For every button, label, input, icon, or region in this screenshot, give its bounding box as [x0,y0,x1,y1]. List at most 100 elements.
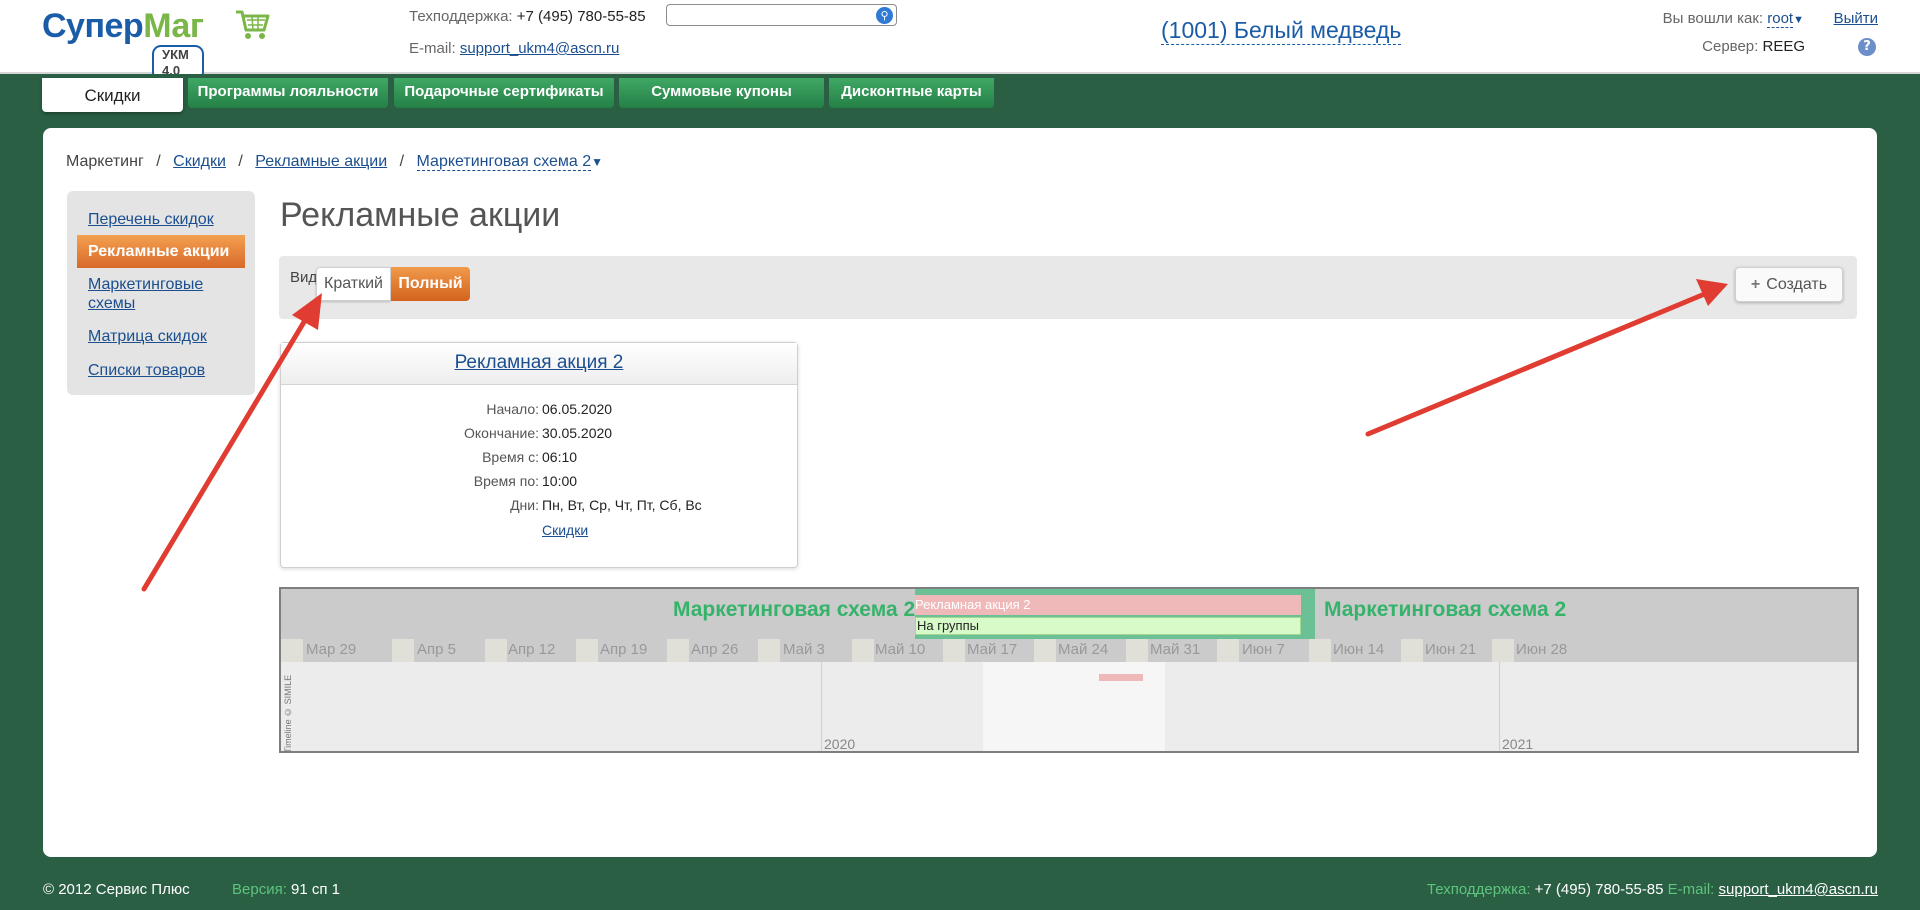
timeline-week-marker [1401,639,1423,662]
timeline-week-marker [1126,639,1148,662]
timeline-week-marker [1309,639,1331,662]
timeline-promotion-label[interactable]: Рекламная акция 2 [915,595,1030,615]
support-phone: +7 (495) 780-55-85 [516,8,646,25]
version-label: Версия: [232,881,287,898]
sidebar-item-marketing-schemes[interactable]: Маркетинговые схемы [77,275,245,313]
tab-discount-cards[interactable]: Дисконтные карты [829,78,994,108]
logged-in-label: Вы вошли как: [1662,10,1764,27]
username: root [1767,10,1794,27]
footer-support-phone: +7 (495) 780-55-85 [1534,881,1664,898]
tab-gift-certificates[interactable]: Подарочные сертификаты [394,78,614,108]
store-selector[interactable]: (1001) Белый медведь [1161,16,1402,45]
footer-email-label: E-mail: [1667,881,1715,898]
field-value: 30.05.2020 [542,425,613,441]
field-label: Дни: [510,497,539,513]
help-icon[interactable]: ? [1858,38,1876,56]
tab-loyalty-programs[interactable]: Программы лояльности [188,78,388,108]
field-label: Время по: [473,473,539,489]
create-button[interactable]: + Создать [1735,267,1843,302]
chevron-down-icon[interactable]: ▼ [1793,14,1804,26]
page-title: Рекламные акции [280,196,561,234]
field-label: Время с: [482,449,539,465]
create-label: Создать [1766,276,1828,293]
top-header: СуперМаг УКМ 4.0 Техподдержка: +7 (495) … [0,0,1920,81]
sidebar-item-label[interactable]: Списки товаров [88,362,205,379]
timeline-credit: Timeline © SIMILE [283,674,293,753]
tab-sum-coupons[interactable]: Суммовые купоны [619,78,824,108]
timeline-week-label: Май 31 [1150,641,1201,658]
tab-discounts[interactable]: Скидки [42,78,183,112]
header-email: E-mail: support_ukm4@ascn.ru [409,40,619,57]
sidebar-item-label[interactable]: Матрица скидок [88,328,207,345]
server-info: Сервер: REEG [1702,38,1805,55]
timeline-week-marker [758,639,780,662]
field-label: Начало: [486,401,539,417]
timeline-week-marker [1492,639,1514,662]
timeline-week-marker [392,639,414,662]
sidebar-item-label[interactable]: Маркетинговые схемы [88,276,203,312]
promotion-discounts-link[interactable]: Скидки [542,522,588,538]
timeline-week-marker [1217,639,1239,662]
timeline-week-marker [1034,639,1056,662]
footer-contacts: Техподдержка: +7 (495) 780-55-85 E-mail:… [1427,881,1878,898]
breadcrumb-separator: / [399,153,405,170]
support-email-link[interactable]: support_ukm4@ascn.ru [460,40,619,57]
breadcrumb-scheme-selector[interactable]: Маркетинговая схема 2 [416,153,592,171]
timeline-scheme-label-left[interactable]: Маркетинговая схема 2 [673,598,915,622]
search-input[interactable]: ⚲ [666,4,897,26]
timeline[interactable]: 2020 2021 Timeline © SIMILE Маркетингова… [279,587,1859,753]
timeline-week-marker [667,639,689,662]
footer-email-link[interactable]: support_ukm4@ascn.ru [1719,881,1878,898]
timeline-year-label: 2021 [1502,736,1534,752]
field-value: 10:00 [542,473,578,489]
shopping-cart-icon [236,10,270,39]
timeline-year-label: 2020 [824,736,856,752]
sidebar-item-discount-list[interactable]: Перечень скидок [77,210,245,229]
timeline-week-marker [943,639,965,662]
field-label: Окончание: [464,425,539,441]
user-menu[interactable]: root [1767,10,1794,28]
chevron-down-icon[interactable]: ▼ [591,155,603,169]
logout-link[interactable]: Выйти [1834,10,1878,27]
timeline-week-marker [852,639,874,662]
timeline-week-label: Май 3 [783,641,825,658]
sidebar: Перечень скидок Рекламные акции Маркетин… [67,191,255,395]
timeline-year-divider [1499,662,1500,751]
timeline-week-label: Май 24 [1058,641,1109,658]
server-label: Сервер: [1702,38,1759,55]
search-icon[interactable]: ⚲ [876,7,893,24]
timeline-scheme-label-right[interactable]: Маркетинговая схема 2 [1324,598,1566,622]
timeline-week-label: Апр 5 [417,641,456,658]
sidebar-item-label[interactable]: Перечень скидок [88,211,214,228]
logo-text: СуперМаг [42,6,204,46]
breadcrumb-separator: / [156,153,161,170]
timeline-week-label: Июн 7 [1242,641,1285,658]
support-label: Техподдержка: [409,8,513,25]
content-card: Маркетинг / Скидки / Рекламные акции / М… [43,128,1877,857]
version-value: 91 сп 1 [291,881,341,898]
breadcrumb-marketing: Маркетинг [66,153,144,170]
field-value: 06.05.2020 [542,401,613,417]
breadcrumb-promotions[interactable]: Рекламные акции [255,153,387,170]
promotion-card: Рекламная акция 2 Начало: 06.05.2020 Око… [280,342,798,568]
timeline-week-label: Апр 12 [508,641,556,658]
breadcrumb-discounts[interactable]: Скидки [173,153,226,170]
promotion-title-link[interactable]: Рекламная акция 2 [455,352,624,373]
sidebar-item-product-lists[interactable]: Списки товаров [77,361,245,380]
timeline-week-label: Июн 21 [1425,641,1477,658]
view-short-button[interactable]: Краткий [316,267,391,301]
field-value: Пн, Вт, Ср, Чт, Пт, Сб, Вс [542,497,702,513]
server-name: REEG [1762,38,1805,55]
sidebar-item-discount-matrix[interactable]: Матрица скидок [77,327,245,346]
logo-part1: Супер [42,7,144,45]
sidebar-item-promotions[interactable]: Рекламные акции [77,235,245,268]
timeline-week-marker [485,639,507,662]
logo-part2: Маг [143,7,204,45]
header-support: Техподдержка: +7 (495) 780-55-85 [409,7,646,27]
email-label: E-mail: [409,40,456,57]
supermag-logo: СуперМаг УКМ 4.0 [42,6,270,81]
timeline-week-label: Апр 26 [691,641,739,658]
promotion-card-header: Рекламная акция 2 [281,343,797,385]
view-full-button[interactable]: Полный [391,267,470,301]
footer-support-label: Техподдержка: [1426,881,1531,898]
